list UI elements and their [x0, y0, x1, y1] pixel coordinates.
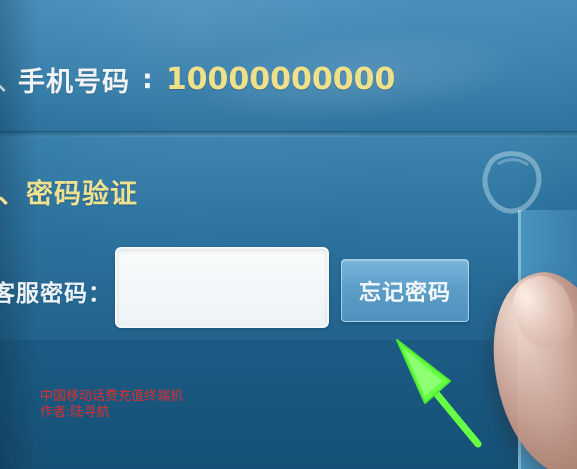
- phone-number-label: 手机号码: [18, 66, 130, 98]
- phone-number-row: 、 手机号码 : 10000000000: [0, 59, 396, 99]
- service-password-input[interactable]: [115, 247, 329, 328]
- watermark-author: 作者:陆寻航: [40, 405, 110, 420]
- watermark-title: 中国移动话费充值终端机: [40, 389, 184, 404]
- capture-watermark: 中国移动话费充值终端机 作者:陆寻航: [40, 389, 183, 421]
- self-service-terminal-screen: 、 手机号码 : 10000000000 、密码验证 客服密码： 忘记密码 中国…: [0, 0, 577, 469]
- forgot-password-button[interactable]: 忘记密码: [341, 259, 469, 322]
- green-arrow-pointer: [396, 339, 482, 448]
- service-password-label: 客服密码：: [0, 281, 112, 307]
- password-verification-heading: 、密码验证: [0, 179, 138, 210]
- phone-number-colon: :: [142, 63, 153, 95]
- phone-number-prefix: 、: [0, 59, 10, 99]
- signal-head-icon: [482, 151, 542, 214]
- phone-number-value: 10000000000: [165, 61, 396, 97]
